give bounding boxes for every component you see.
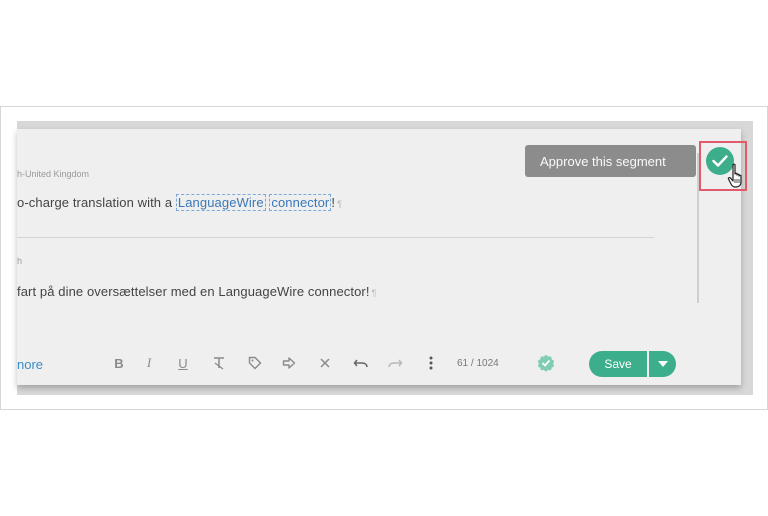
segment-divider (17, 237, 654, 238)
undo-button[interactable] (351, 353, 371, 373)
copy-source-button[interactable] (279, 353, 299, 373)
source-language-label: h-United Kingdom (17, 169, 90, 179)
tag-icon (248, 356, 262, 370)
pilcrow-mark: ¶ (371, 288, 377, 298)
kebab-menu-icon (429, 356, 433, 370)
source-text: o-charge translation with a LanguageWire… (17, 194, 343, 211)
underline-button[interactable]: U (173, 353, 193, 373)
checkmark-icon (712, 155, 728, 167)
screenshot-frame: h-United Kingdom o-charge translation wi… (0, 106, 768, 410)
target-text[interactable]: fart på dine oversættelser med en Langua… (17, 284, 370, 299)
caret-down-icon (657, 361, 668, 367)
character-counter: 61 / 1024 (457, 358, 499, 369)
undo-icon (353, 359, 368, 368)
save-button[interactable]: Save (589, 351, 647, 377)
target-language-label: h (17, 256, 23, 266)
approve-tooltip: Approve this segment (525, 145, 696, 177)
italic-button[interactable]: I (139, 353, 159, 373)
redo-icon (388, 359, 403, 368)
hand-cursor-icon (727, 163, 742, 188)
redo-button[interactable] (385, 353, 405, 373)
verified-badge-icon (537, 354, 555, 372)
source-text-end: ! (331, 195, 336, 210)
close-icon (320, 358, 330, 368)
clear-formatting-button[interactable] (209, 353, 229, 373)
term-languagewire[interactable]: LanguageWire (175, 194, 266, 211)
tag-button[interactable] (245, 353, 265, 373)
show-more-link[interactable]: nore (17, 357, 43, 372)
more-options-button[interactable] (421, 353, 441, 373)
target-text-input[interactable]: fart på dine oversættelser med en Langua… (17, 284, 377, 299)
save-options-dropdown[interactable] (649, 351, 676, 377)
bold-button[interactable]: B (109, 353, 129, 373)
clear-formatting-icon (214, 357, 224, 370)
source-text-start: o-charge translation with a (17, 195, 176, 210)
pilcrow-mark: ¶ (337, 199, 343, 209)
clear-target-button[interactable] (315, 353, 335, 373)
arrow-right-icon (282, 357, 296, 369)
term-connector[interactable]: connector (269, 194, 332, 211)
